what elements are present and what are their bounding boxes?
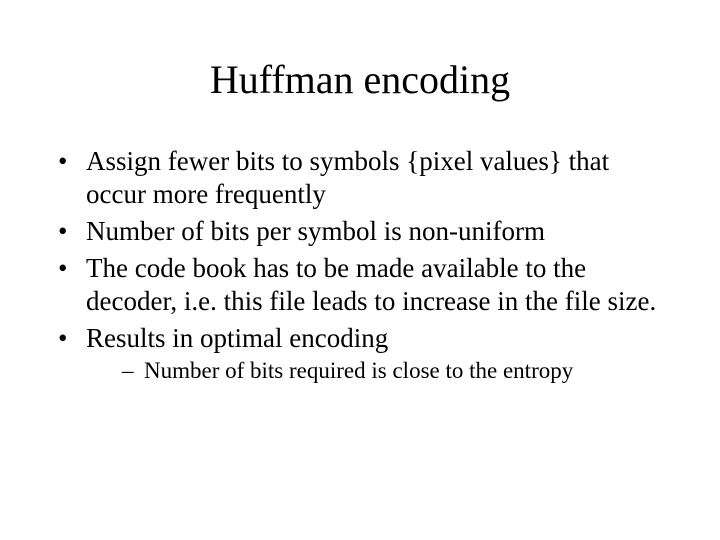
bullet-text: Number of bits per symbol is non-uniform (86, 216, 545, 246)
bullet-item: Number of bits per symbol is non-uniform (58, 215, 666, 248)
sub-bullet-item: Number of bits required is close to the … (122, 357, 666, 386)
bullet-item: Assign fewer bits to symbols {pixel valu… (58, 145, 666, 211)
bullet-list: Assign fewer bits to symbols {pixel valu… (54, 145, 666, 385)
bullet-text: Results in optimal encoding (86, 323, 388, 353)
bullet-text: The code book has to be made available t… (86, 253, 656, 316)
slide: Huffman encoding Assign fewer bits to sy… (0, 0, 720, 540)
slide-title: Huffman encoding (54, 56, 666, 103)
sub-bullet-text: Number of bits required is close to the … (144, 358, 573, 383)
sub-bullet-list: Number of bits required is close to the … (86, 357, 666, 386)
bullet-text: Assign fewer bits to symbols {pixel valu… (86, 146, 609, 209)
bullet-item: The code book has to be made available t… (58, 252, 666, 318)
bullet-item: Results in optimal encoding Number of bi… (58, 322, 666, 386)
